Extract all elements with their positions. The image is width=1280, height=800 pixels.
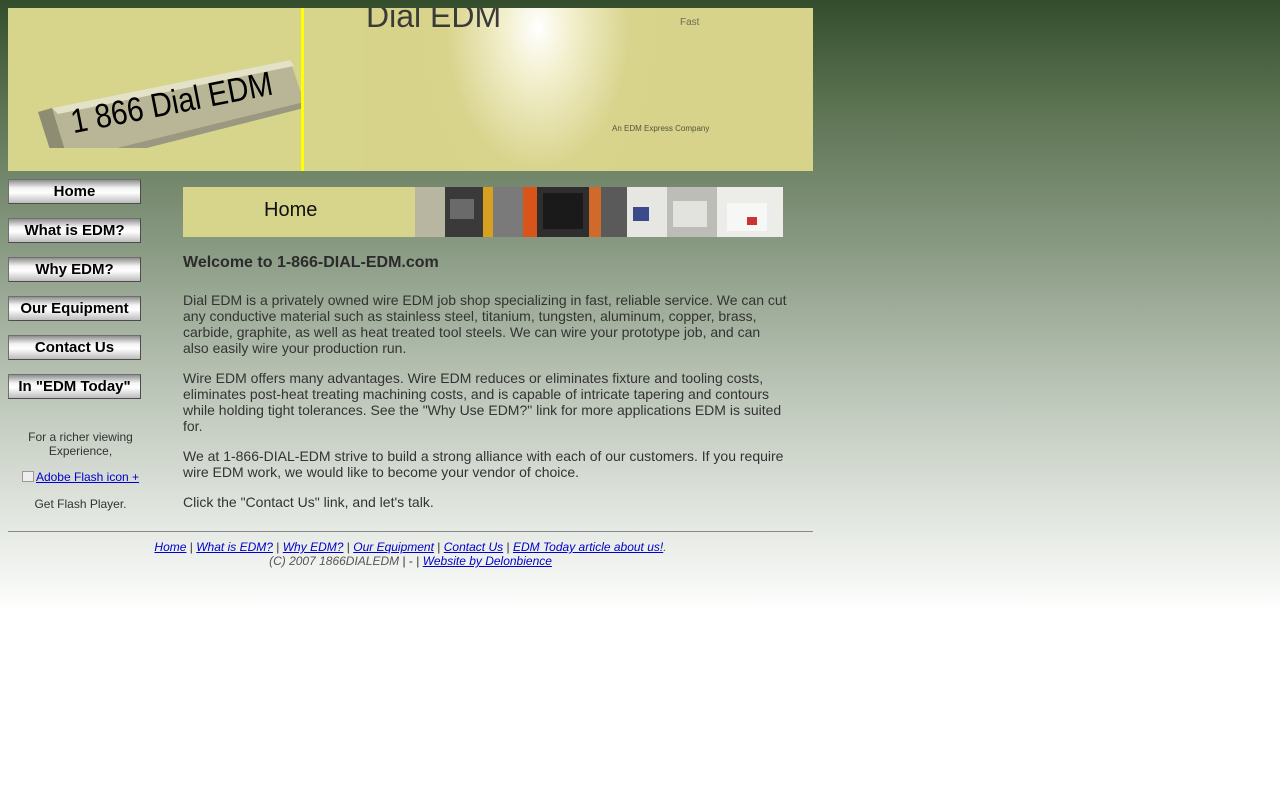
footer-copyright-row: (C) 2007 1866DIALEDM | - | Website by De… [8,554,813,568]
main-content: Welcome to 1-866-DIAL-EDM.com Dial EDM i… [183,252,787,524]
footer-link-why-edm[interactable]: Why EDM? [283,540,344,554]
footer-mid-separator: | - | [402,554,420,568]
footer-link-contact-us[interactable]: Contact Us [444,540,503,554]
nav-button-why-edm[interactable]: Why EDM? [8,257,141,282]
nav-button-contact-us[interactable]: Contact Us [8,335,141,360]
adobe-flash-link[interactable]: Adobe Flash icon + [21,470,140,484]
page-header-label: Home [264,199,318,221]
footer-links-row: Home | What is EDM? | Why EDM? | Our Equ… [8,540,813,554]
banner-tagline: Fast [680,17,700,28]
footer-divider [8,531,813,533]
nav-button-home[interactable]: Home [8,179,141,204]
contact-paragraph: Click the "Contact Us" link, and let's t… [183,494,434,510]
footer-link-home[interactable]: Home [154,540,186,554]
site-banner: 1 866 Dial EDM Dial EDM Fast An EDM Expr… [8,8,813,171]
footer-end-period: . [663,540,667,554]
footer-link-our-equipment[interactable]: Our Equipment [353,540,434,554]
welcome-heading: Welcome to 1-866-DIAL-EDM.com [183,254,439,271]
banner-title: Dial EDM [366,8,502,34]
footer-link-edm-today-article[interactable]: EDM Today article about us! [513,540,663,554]
footer-separator: | [506,540,510,554]
banner-accent-line [301,8,304,171]
page-header-image: Home [183,187,783,237]
flash-get-player-text: Get Flash Player. [34,497,127,511]
footer-separator: | [437,540,441,554]
website-credit-link[interactable]: Website by Delonbience [423,554,552,568]
footer-separator: | [189,540,193,554]
nav-button-our-equipment[interactable]: Our Equipment [8,296,141,321]
broken-image-icon [21,471,34,482]
brick-logo-graphic: 1 866 Dial EDM [38,60,304,148]
nav-button-edm-today[interactable]: In "EDM Today" [8,374,141,399]
advantages-paragraph: Wire EDM offers many advantages. Wire ED… [183,370,782,434]
flash-promo: For a richer viewing Experience, Adobe F… [8,430,153,511]
banner-company-text: An EDM Express Company [612,124,710,133]
copyright-text: (C) 2007 1866DIALEDM [269,554,400,568]
intro-paragraph: Dial EDM is a privately owned wire EDM j… [183,292,787,356]
flash-promo-text: For a richer viewing Experience, [28,430,133,458]
edm-machines-photo [415,187,783,237]
adobe-flash-link-text: Adobe Flash icon + [35,470,140,484]
footer: Home | What is EDM? | Why EDM? | Our Equ… [8,540,813,568]
footer-link-what-is-edm[interactable]: What is EDM? [196,540,273,554]
alliance-paragraph: We at 1-866-DIAL-EDM strive to build a s… [183,448,784,480]
nav-button-what-is-edm[interactable]: What is EDM? [8,218,141,243]
footer-separator: | [276,540,280,554]
footer-separator: | [346,540,350,554]
